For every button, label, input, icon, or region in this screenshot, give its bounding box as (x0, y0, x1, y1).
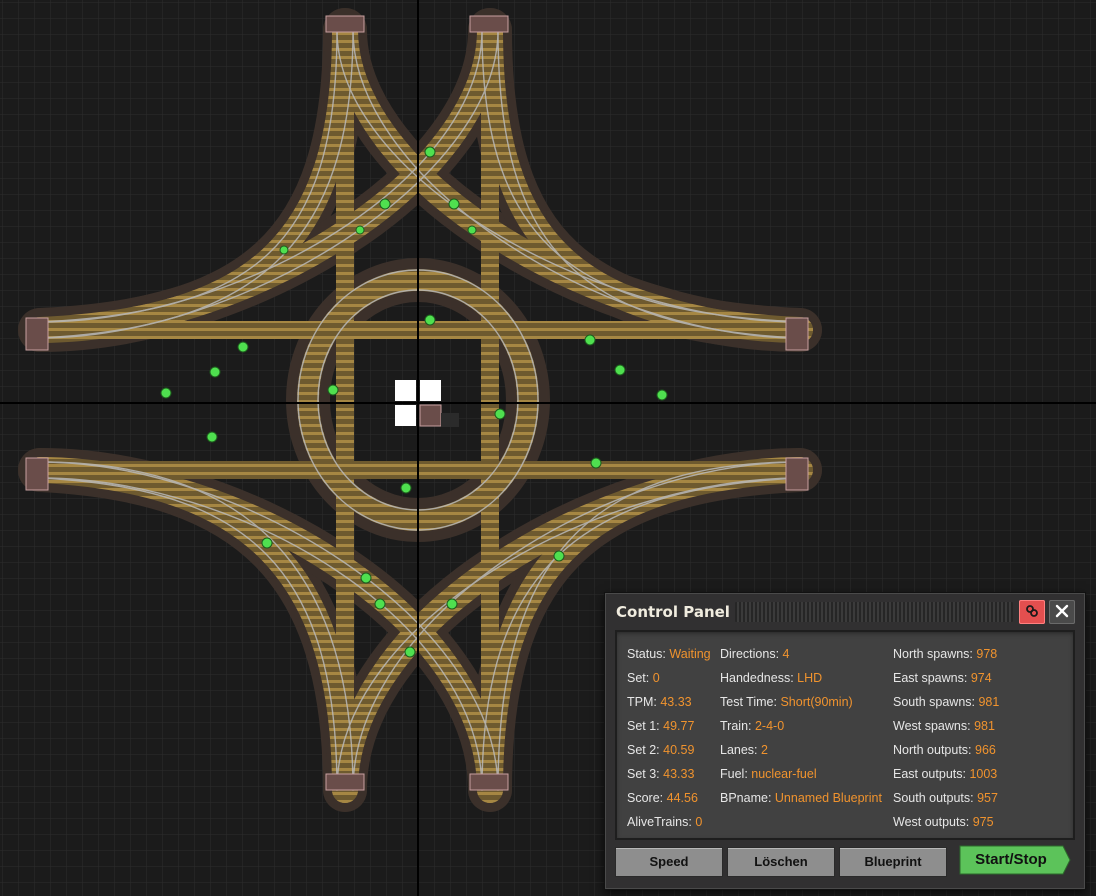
stat-alive-trains: AliveTrains: 0 (627, 815, 703, 829)
train-stop-south-left (325, 773, 365, 791)
signal (446, 598, 458, 610)
train-stop-east-bottom (785, 457, 809, 491)
signal (374, 598, 386, 610)
signal (656, 389, 668, 401)
speed-button[interactable]: Speed (615, 847, 723, 877)
stat-train: Train: 2-4-0 (720, 719, 785, 733)
signal (261, 537, 273, 549)
signal (209, 366, 221, 378)
stat-set-3: Set 3: 43.33 (627, 767, 695, 781)
train-stop-south-right (469, 773, 509, 791)
stat-north-spawns: North spawns: 978 (893, 647, 998, 661)
signal (584, 334, 596, 346)
stat-east-spawns: East spawns: 974 (893, 671, 992, 685)
stat-tpm: TPM: 43.33 (627, 695, 692, 709)
train-stop-east-top (785, 317, 809, 351)
blueprint-button[interactable]: Blueprint (839, 847, 947, 877)
signal (327, 384, 339, 396)
stats-column-counts: North spawns: 978 East spawns: 974 South… (893, 642, 999, 834)
stat-west-spawns: West spawns: 981 (893, 719, 995, 733)
signal (424, 314, 436, 326)
drag-handle[interactable] (735, 602, 1013, 622)
control-panel: Control Panel Status: Waiting Set: 0 TPM… (604, 592, 1086, 890)
stat-handedness: Handedness: LHD (720, 671, 823, 685)
stat-set: Set: 0 (627, 671, 660, 685)
stat-set-2: Set 2: 40.59 (627, 743, 695, 757)
train-stop-west-top (25, 317, 49, 351)
signal (400, 482, 412, 494)
signal (448, 198, 460, 210)
signal (206, 431, 218, 443)
signal (379, 198, 391, 210)
signal (237, 341, 249, 353)
panel-header[interactable]: Control Panel (605, 593, 1085, 629)
start-stop-button[interactable]: Start/Stop (959, 845, 1071, 875)
close-button[interactable] (1049, 600, 1075, 624)
signal (590, 457, 602, 469)
stats-column-settings: Directions: 4 Handedness: LHD Test Time:… (720, 642, 882, 810)
close-icon (1055, 603, 1069, 622)
train-stop-north-right (469, 15, 509, 33)
signal (404, 646, 416, 658)
signal (424, 146, 436, 158)
panel-button-bar: Speed Löschen Blueprint Start/Stop (615, 845, 1077, 881)
train-stop-north-left (325, 15, 365, 33)
panel-title: Control Panel (616, 603, 730, 621)
stat-south-outputs: South outputs: 957 (893, 791, 998, 805)
stat-south-spawns: South spawns: 981 (893, 695, 1000, 709)
signal (279, 245, 289, 255)
clear-button[interactable]: Löschen (727, 847, 835, 877)
stat-set-1: Set 1: 49.77 (627, 719, 695, 733)
signal (614, 364, 626, 376)
stat-lanes: Lanes: 2 (720, 743, 768, 757)
train-stop-west-bottom (25, 457, 49, 491)
pin-button[interactable] (1019, 600, 1045, 624)
signal (160, 387, 172, 399)
signal (467, 225, 477, 235)
stat-bpname: BPname: Unnamed Blueprint (720, 791, 882, 805)
start-stop-label: Start/Stop (975, 851, 1047, 868)
stat-east-outputs: East outputs: 1003 (893, 767, 998, 781)
signal (553, 550, 565, 562)
stat-west-outputs: West outputs: 975 (893, 815, 994, 829)
stat-score: Score: 44.56 (627, 791, 698, 805)
stat-fuel: Fuel: nuclear-fuel (720, 767, 817, 781)
stat-directions: Directions: 4 (720, 647, 790, 661)
stats-area: Status: Waiting Set: 0 TPM: 43.33 Set 1:… (615, 630, 1075, 840)
stats-column-general: Status: Waiting Set: 0 TPM: 43.33 Set 1:… (627, 642, 711, 834)
link-icon (1025, 603, 1039, 622)
stat-north-outputs: North outputs: 966 (893, 743, 996, 757)
signal (355, 225, 365, 235)
stat-status: Status: Waiting (627, 647, 711, 661)
signal (494, 408, 506, 420)
signal (360, 572, 372, 584)
stat-test-time: Test Time: Short(90min) (720, 695, 853, 709)
